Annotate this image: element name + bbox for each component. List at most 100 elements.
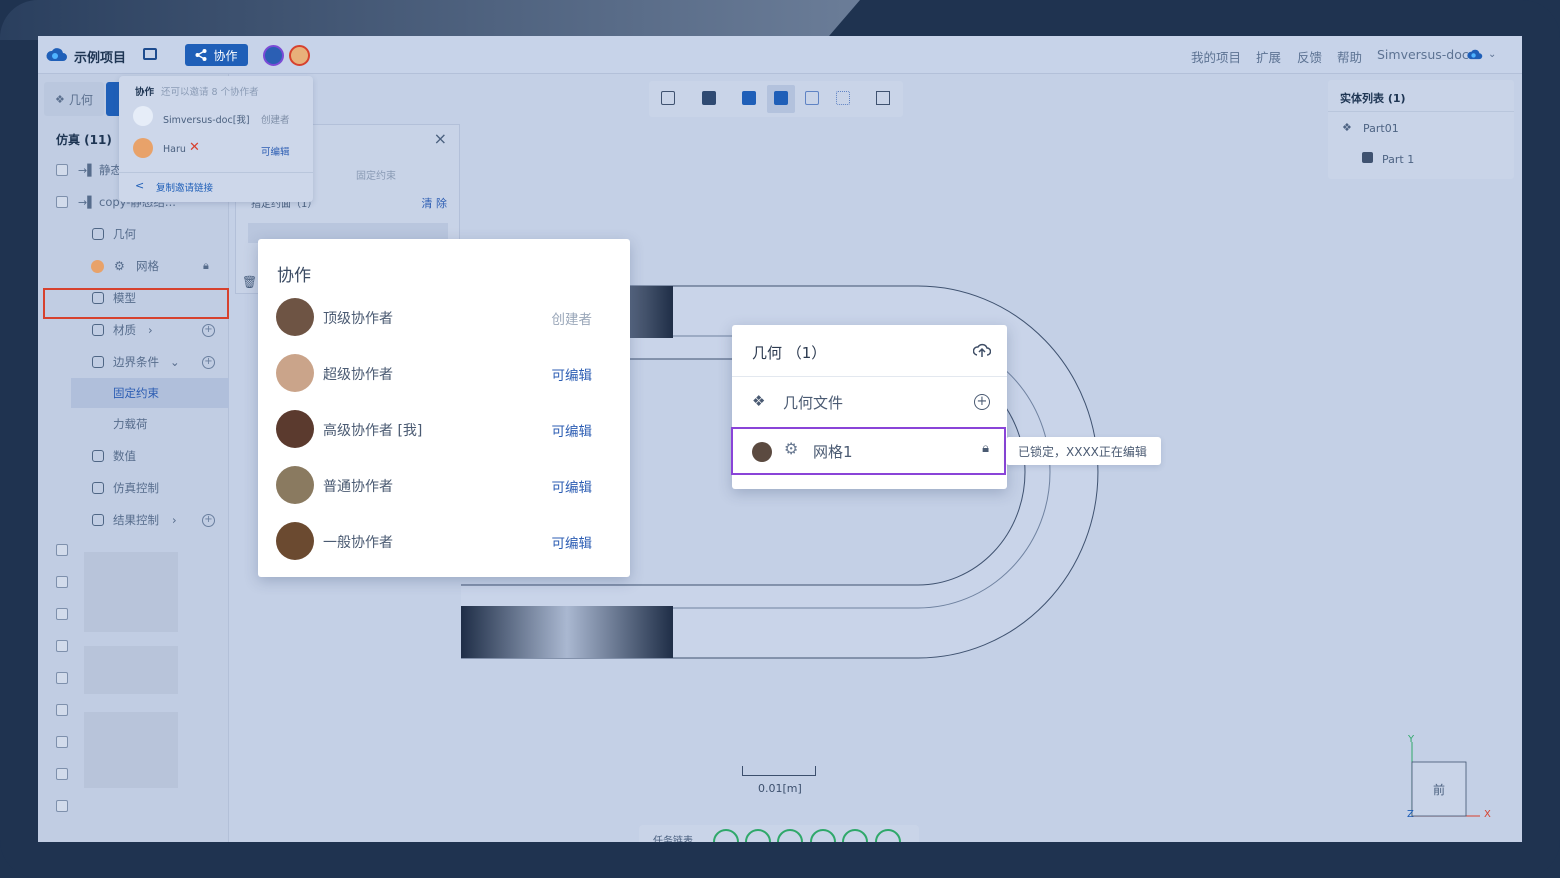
tree-row-mesh[interactable]: ⚙ 网格 🔒︎ bbox=[38, 252, 229, 280]
user-name[interactable]: Simversus-doc bbox=[1377, 47, 1469, 62]
member-role[interactable]: 可编辑 bbox=[552, 420, 593, 440]
inbox-icon[interactable] bbox=[143, 48, 157, 60]
row-checkbox[interactable] bbox=[56, 800, 68, 812]
member-role[interactable]: 可编辑 bbox=[261, 144, 290, 158]
member-role[interactable]: 可编辑 bbox=[552, 532, 593, 552]
nav-my-projects[interactable]: 我的项目 bbox=[1191, 47, 1241, 66]
member-avatar bbox=[276, 466, 314, 504]
trash-icon[interactable]: 🗑︎ bbox=[242, 275, 257, 289]
nav-feedback[interactable]: 反馈 bbox=[1297, 47, 1322, 66]
constraint-select[interactable]: 固定约束 bbox=[356, 167, 396, 182]
project-name[interactable]: 示例项目 bbox=[74, 47, 126, 66]
entity-item[interactable]: Part01 bbox=[1363, 122, 1399, 135]
collab-button[interactable]: 协作 bbox=[185, 44, 248, 66]
material-icon bbox=[92, 324, 104, 336]
user-avatar-icon[interactable] bbox=[1467, 47, 1483, 61]
view-iso-icon[interactable] bbox=[661, 91, 675, 105]
tree-row-label: 材质 bbox=[113, 323, 136, 337]
tree-row-numeric[interactable]: 数值 bbox=[38, 442, 229, 470]
tree-row-fixed-constraint[interactable]: 固定约束 bbox=[71, 378, 229, 408]
chevron-right-icon[interactable]: › bbox=[148, 323, 153, 337]
task-status-icon[interactable] bbox=[875, 829, 901, 842]
view-wire-solid-icon[interactable] bbox=[774, 91, 788, 105]
tree-row-force[interactable]: 力载荷 bbox=[38, 410, 229, 438]
tree-row-label: 固定约束 bbox=[113, 386, 159, 400]
chevron-down-icon[interactable]: ⌄ bbox=[170, 355, 180, 369]
tab-geometry-label: 几何 bbox=[68, 92, 93, 107]
copy-invite-link[interactable]: 复制邀请链接 bbox=[156, 180, 213, 194]
member-avatar bbox=[276, 298, 314, 336]
row-checkbox[interactable] bbox=[56, 672, 68, 684]
geometry-file-row[interactable]: ❖ 几何文件 + bbox=[732, 378, 1007, 426]
row-checkbox[interactable] bbox=[56, 736, 68, 748]
tree-row-material[interactable]: 材质 › + bbox=[38, 316, 229, 344]
tree-row-label: 边界条件 bbox=[113, 355, 159, 369]
row-checkbox[interactable] bbox=[56, 196, 68, 208]
tree-row-label: 力载荷 bbox=[113, 417, 148, 431]
collab-member-row[interactable]: 高级协作者 [我] 可编辑 bbox=[258, 402, 630, 458]
tree-row-label: 仿真控制 bbox=[113, 481, 159, 495]
member-role[interactable]: 可编辑 bbox=[552, 476, 593, 496]
numeric-icon bbox=[92, 450, 104, 462]
tree-row-result-control[interactable]: 结果控制 › + bbox=[38, 506, 229, 534]
collab-member-row[interactable]: 普通协作者 可编辑 bbox=[258, 458, 630, 514]
row-checkbox[interactable] bbox=[56, 640, 68, 652]
remove-icon[interactable]: ✕ bbox=[189, 140, 200, 155]
member-role: 创建者 bbox=[261, 115, 290, 126]
sim-control-icon bbox=[92, 482, 104, 494]
task-status-icon[interactable] bbox=[745, 829, 771, 842]
clear-button[interactable]: 清 除 bbox=[422, 195, 448, 211]
fit-view-icon[interactable] bbox=[876, 91, 890, 105]
row-checkbox[interactable] bbox=[56, 544, 68, 556]
task-status-icon[interactable] bbox=[713, 829, 739, 842]
collab-member-row[interactable]: 超级协作者 可编辑 bbox=[258, 346, 630, 402]
cubes-icon: ❖ bbox=[752, 392, 766, 410]
add-icon[interactable]: + bbox=[974, 394, 990, 410]
blurred-content bbox=[84, 712, 178, 788]
entity-item[interactable]: Part 1 bbox=[1382, 153, 1414, 166]
nav-extensions[interactable]: 扩展 bbox=[1256, 47, 1281, 66]
cube-icon bbox=[92, 228, 104, 240]
axis-y-label: Y bbox=[1408, 734, 1415, 745]
view-shaded-icon[interactable] bbox=[742, 91, 756, 105]
entity-list: 实体列表 (1) ❖ Part01 Part 1 bbox=[1328, 80, 1514, 179]
task-status-icon[interactable] bbox=[777, 829, 803, 842]
tree-row-geometry[interactable]: 几何 bbox=[38, 220, 229, 248]
divider bbox=[1328, 111, 1514, 112]
view-points-icon[interactable] bbox=[836, 91, 850, 105]
row-checkbox[interactable] bbox=[56, 164, 68, 176]
tree-row-sim-control[interactable]: 仿真控制 bbox=[38, 474, 229, 502]
row-checkbox[interactable] bbox=[56, 768, 68, 780]
task-status-icon[interactable] bbox=[842, 829, 868, 842]
axis-triad[interactable] bbox=[1402, 736, 1492, 826]
add-icon[interactable]: + bbox=[202, 323, 215, 337]
view-solid-icon[interactable] bbox=[702, 91, 716, 105]
nav-help[interactable]: 帮助 bbox=[1337, 47, 1362, 66]
view-front-label[interactable]: 前 bbox=[1433, 781, 1445, 798]
member-role[interactable]: 可编辑 bbox=[552, 364, 593, 384]
axis-x-label: X bbox=[1484, 809, 1491, 820]
collab-member-row[interactable]: 一般协作者 可编辑 bbox=[258, 514, 630, 570]
blurred-content bbox=[84, 646, 178, 694]
row-checkbox[interactable] bbox=[56, 576, 68, 588]
add-icon[interactable]: + bbox=[202, 513, 215, 527]
tab-geometry[interactable]: ❖ 几何 bbox=[44, 82, 104, 116]
row-checkbox[interactable] bbox=[56, 704, 68, 716]
dropdown-title: 协作 bbox=[135, 87, 155, 98]
cloud-logo-icon bbox=[46, 48, 67, 61]
collab-member-row[interactable]: 顶级协作者 创建者 bbox=[258, 290, 630, 346]
row-checkbox[interactable] bbox=[56, 608, 68, 620]
tree-row-boundary[interactable]: 边界条件 ⌄ + bbox=[38, 348, 229, 376]
close-icon[interactable]: × bbox=[434, 129, 447, 148]
upload-cloud-icon[interactable] bbox=[973, 342, 991, 358]
add-icon[interactable]: + bbox=[202, 355, 215, 369]
collaborator-avatar-2[interactable] bbox=[289, 45, 310, 66]
result-control-icon bbox=[92, 514, 104, 526]
user-menu-chevron-icon[interactable]: ⌄ bbox=[1488, 49, 1496, 60]
app-window: 示例项目 协作 我的项目 扩展 反馈 帮助 Simversus-doc ⌄ ❖ … bbox=[38, 36, 1522, 842]
member-role: 创建者 bbox=[551, 312, 593, 328]
chevron-right-icon[interactable]: › bbox=[172, 513, 177, 527]
task-status-icon[interactable] bbox=[810, 829, 836, 842]
collaborator-avatar-1[interactable] bbox=[263, 45, 284, 66]
view-wireframe-icon[interactable] bbox=[805, 91, 819, 105]
